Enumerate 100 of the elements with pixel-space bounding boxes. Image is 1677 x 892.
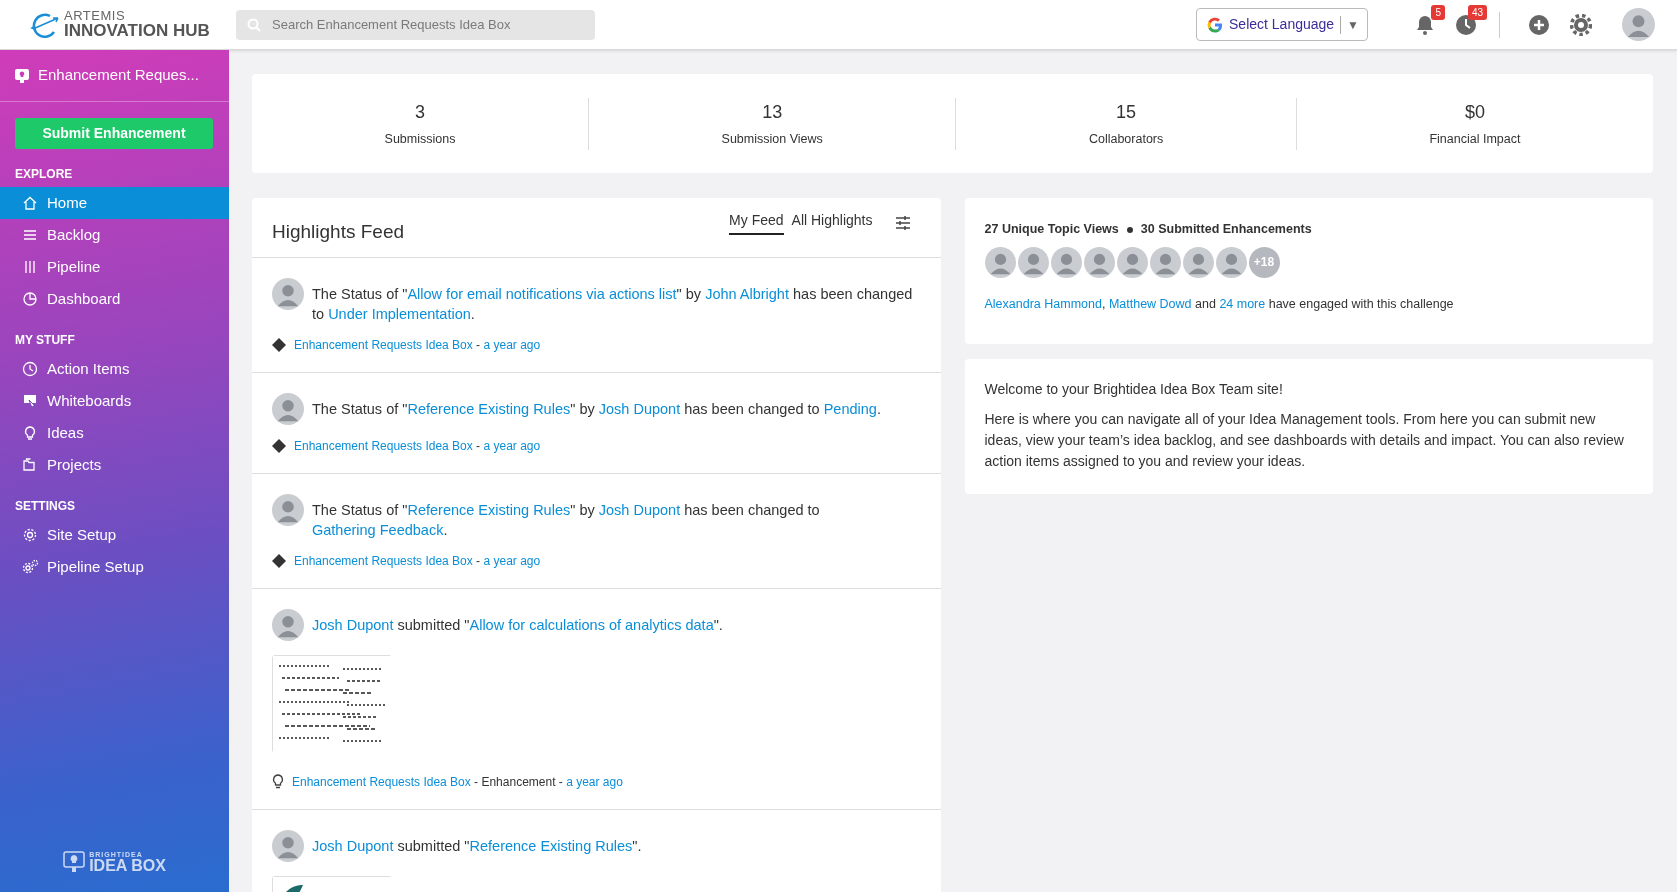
avatar-icon [1083,246,1115,278]
text-link[interactable]: Pending [823,401,877,418]
text-link[interactable]: Josh Dupont [598,401,681,418]
feed-tab[interactable]: All Highlights [791,210,873,236]
text-link[interactable]: Alexandra Hammond [984,296,1102,311]
avatar-icon [1050,246,1082,278]
welcome-title: Welcome to your Brightidea Idea Box Team site! [984,379,1284,399]
text-link[interactable]: Enhancement Requests Idea Box [294,554,473,569]
stat-label: Submission Views [720,130,824,148]
avatar-icon [1149,246,1181,278]
submit-button[interactable]: Submit Enhancement [15,118,213,150]
lightbulb-icon [272,774,284,791]
search-field[interactable]: Search Enhancement Requests Idea Box [236,9,595,40]
diamond-icon [272,439,286,454]
text-link[interactable]: a year ago [483,439,541,454]
avatar-icon [272,393,304,426]
sidebar-item[interactable]: Pipeline Setup [0,551,229,584]
text-link[interactable]: Enhancement Requests Idea Box [292,775,471,790]
clock-icon [21,360,39,379]
sidebar-title: Enhancement Reques... [38,65,199,86]
pie-chart-icon [21,290,39,309]
text-link[interactable]: Reference Existing Rules [407,502,571,519]
more-count[interactable]: +18 [1248,246,1280,278]
logo-text: IDEA BOX [89,857,166,874]
sidebar-item[interactable]: Ideas [0,417,229,450]
language-select[interactable]: Select Language ▼ [1196,8,1368,42]
whiteboard-icon [21,392,39,411]
text-link[interactable]: Josh Dupont [598,502,681,519]
stat-label: Financial Impact [1428,130,1522,148]
stat-label: Submissions [383,130,457,148]
text-link[interactable]: Enhancement Requests Idea Box [294,439,473,454]
text-link[interactable]: Gathering Feedback [312,522,444,539]
stat-value: 15 [1115,100,1138,124]
stat-value: 13 [761,100,784,124]
count-badge: 43 [1467,4,1487,20]
engagement-text: Alexandra Hammond, Matthew Dowd and 24 more have engaged with this challenge [984,295,1455,313]
avatar-icon [272,494,304,527]
avatar-icon [1017,246,1049,278]
add-icon[interactable] [1528,14,1550,37]
sidebar-item[interactable]: Home [0,187,229,220]
user-avatar-icon[interactable] [1622,8,1655,42]
diamond-icon [272,338,286,353]
sidebar-item[interactable]: Dashboard [0,283,229,316]
stat-text: 30 Submitted Enhancements [1140,221,1312,239]
section-heading: EXPLORE [14,166,74,184]
feed-text: The Status of "Allow for email notifications via actions list" by John Albright has been changed to Under Implementation. [312,285,914,325]
welcome-text: Here is where you can navigate all of your Idea Management tools. From here you can submit new ideas, view your team’s idea backlog, and see dashboards with details and impact. You can also review action items assigned to you and review your ideas. [984,409,1625,471]
home-icon [21,194,39,213]
section-heading: MY STUFF [14,332,76,350]
text-link[interactable]: Allow for calculations of analytics data [469,617,714,634]
arrow-logo-icon [30,11,60,38]
feed-meta: Enhancement Requests Idea Box - a year ago [294,438,541,456]
dot-icon [1126,226,1133,233]
filter-icon[interactable] [894,215,911,230]
logo-text: INNOVATION HUB [64,22,210,40]
feed-text: The Status of "Reference Existing Rules" by Josh Dupont has been changed to Pending. [312,400,881,420]
logo-text: ARTEMIS [64,9,127,23]
avatar-icon [272,609,304,642]
sidebar-item[interactable]: Projects [0,449,229,482]
text-link[interactable]: Josh Dupont [312,838,394,855]
avatar-icon [984,246,1016,278]
avatar-icon [1116,246,1148,278]
sidebar-item[interactable]: Whiteboards [0,385,229,418]
sidebar-item[interactable]: Site Setup [0,519,229,552]
avatar-icon [1182,246,1214,278]
count-badge: 5 [1431,4,1445,20]
text-link[interactable]: Enhancement Requests Idea Box [294,338,473,353]
stat-value: $0 [1463,100,1486,124]
stat-text: 27 Unique Topic Views [984,221,1119,239]
text-link[interactable]: Matthew Dowd [1108,296,1192,311]
feed-meta: Enhancement Requests Idea Box - Enhancement - a year ago [292,774,623,792]
text-link[interactable]: a year ago [483,554,541,569]
avatar-icon [1215,246,1247,278]
avatar-icon [272,830,304,863]
avatar-icon [272,278,304,311]
text-link[interactable]: John Albright [705,286,789,303]
text-link[interactable]: Reference Existing Rules [469,838,633,855]
feed-text: Josh Dupont submitted "Reference Existing Rules". [312,837,642,857]
text-link[interactable]: Allow for email notifications via actions list [407,286,677,303]
text-link[interactable]: Under Implementation [328,306,471,323]
feed-meta: Enhancement Requests Idea Box - a year ago [294,337,541,355]
text-link[interactable]: 24 more [1219,296,1266,311]
sidebar-item[interactable]: Action Items [0,353,229,386]
bell-icon[interactable] [1415,14,1435,37]
text-link[interactable]: a year ago [566,775,623,790]
feed-meta: Enhancement Requests Idea Box - a year ago [294,553,541,571]
diamond-icon [272,554,286,569]
stat-label: Collaborators [1087,130,1165,148]
text-link[interactable]: a year ago [483,338,541,353]
text-link[interactable]: Josh Dupont [312,617,394,634]
stat-value: 3 [414,100,426,124]
settings-icon[interactable] [1570,14,1592,37]
sidebar-item[interactable]: Backlog [0,219,229,252]
feed-title: Highlights Feed [272,220,405,245]
feed-tab[interactable]: My Feed [729,210,784,236]
text-link[interactable]: Reference Existing Rules [407,401,571,418]
feed-text: The Status of "Reference Existing Rules" by Josh Dupont has been changed to Gathering Feedback. [312,501,821,541]
sidebar-item[interactable]: Pipeline [0,251,229,284]
feed-text: Josh Dupont submitted "Allow for calculations of analytics data". [312,616,723,636]
section-heading: SETTINGS [14,498,76,516]
